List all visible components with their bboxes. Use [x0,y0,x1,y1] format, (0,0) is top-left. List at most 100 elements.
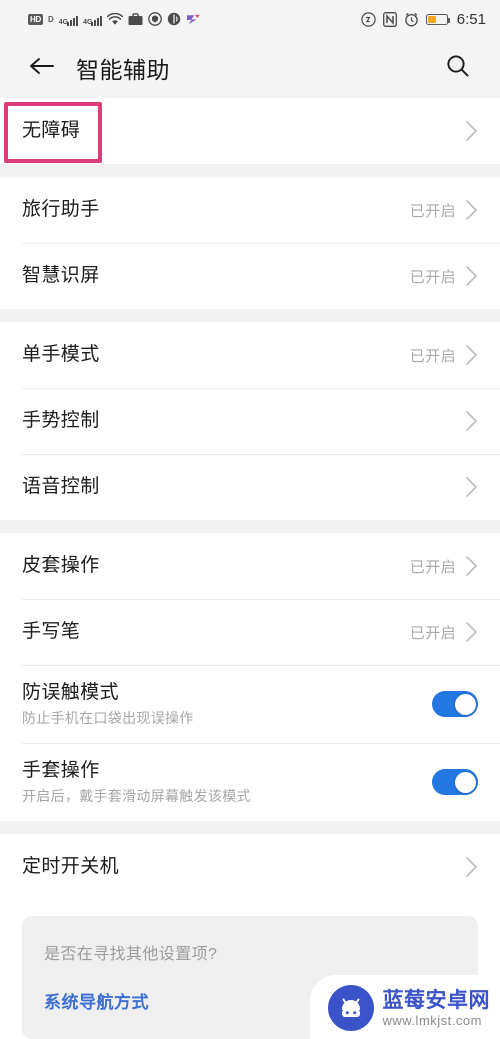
settings-row[interactable]: 手套操作开启后，戴手套滑动屏幕触发该模式 [0,743,500,821]
settings-section: 皮套操作 已开启 手写笔 已开启 防误触模式 防止手机在口袋出现误操作 手套操作 开启后，戴手… [0,533,500,821]
row-title: 皮套操作 [22,555,100,576]
volte-icon: D [47,14,54,24]
row-title: 无障碍 [22,120,81,141]
settings-row[interactable]: 无障碍 [0,98,500,164]
settings-section: 定时开关机 [0,834,500,900]
do-not-disturb-icon [361,11,376,27]
suggestion-question: 是否在寻找其他设置项? [44,946,218,963]
settings-row[interactable]: 手势控制 [0,388,500,454]
wifi-icon [107,12,124,26]
app-icon [186,13,201,26]
watermark-url: www.lmkjst.com [382,1012,482,1028]
settings-list[interactable]: 无障碍 旅行助手 已开启 智慧识屏 已开启 单手模式 已开启 手势控制 语音控制 皮套操作 已开启手… [0,98,500,900]
chevron-right-icon [465,199,478,221]
row-right: 已开启 [410,199,478,221]
row-divider [22,665,500,666]
settings-row[interactable]: 防误触模式防止手机在口袋出现误操作 [0,665,500,743]
row-right: 已开启 [410,555,478,577]
row-title: 手套操作 [22,760,100,781]
settings-row[interactable]: 旅行助手 已开启 [0,177,500,243]
row-texts: 防误触模式防止手机在口袋出现误操作 [22,681,194,727]
row-title: 智慧识屏 [22,265,100,286]
section-gap [0,164,500,177]
row-divider [22,454,500,455]
toggle-knob [454,771,476,793]
row-texts: 智慧识屏 [22,264,100,288]
row-subtitle: 防止手机在口袋出现误操作 [22,710,194,726]
hd-icon: HD [28,13,43,25]
sound-icon [167,12,181,26]
row-texts: 旅行助手 [22,198,100,222]
app-header: 智能辅助 [0,38,500,98]
row-title: 旅行助手 [22,199,100,220]
settings-row[interactable]: 智慧识屏 已开启 [0,243,500,309]
chevron-right-icon [465,344,478,366]
row-right [432,691,478,717]
settings-row[interactable]: 单手模式 已开启 [0,322,500,388]
chevron-right-icon [465,410,478,432]
chevron-right-icon [465,476,478,498]
section-gap [0,309,500,322]
status-bar-left-icons: HD D 4G 4G [28,12,201,26]
row-divider [22,388,500,389]
row-right [465,856,478,878]
section-gap [0,520,500,533]
alarm-icon [404,12,419,27]
row-right [465,476,478,498]
row-title: 语音控制 [22,476,100,497]
row-status-value: 已开启 [409,202,456,220]
watermark-texts: 蓝莓安卓网 www.lmkjst.com [383,989,491,1028]
row-subtitle: 开启后，戴手套滑动屏幕触发该模式 [22,788,251,804]
status-bar: HD D 4G 4G 6:51 [0,0,500,38]
row-title: 定时开关机 [22,856,120,877]
nfc-icon [382,11,397,27]
search-button[interactable] [438,48,478,88]
settings-section: 旅行助手 已开启 智慧识屏 已开启 [0,177,500,309]
row-status-value: 已开启 [409,558,456,576]
settings-row[interactable]: 语音控制 [0,454,500,520]
row-right [465,120,478,142]
search-icon [445,53,471,84]
settings-row[interactable]: 皮套操作 已开启 [0,533,500,599]
row-status-value: 已开启 [409,624,456,642]
row-right [432,769,478,795]
row-title: 手势控制 [22,410,100,431]
chevron-right-icon [465,621,478,643]
hd-label: HD [28,13,43,25]
status-bar-right-icons: 6:51 [361,11,486,28]
row-divider [22,599,500,600]
chevron-right-icon [465,555,478,577]
android-robot-icon [327,985,374,1031]
signal-4g-icon-2: 4G [83,13,103,26]
section-gap [0,821,500,834]
signal-bars-2 [91,13,103,26]
status-bar-clock: 6:51 [456,10,486,28]
row-texts: 皮套操作 [22,554,100,578]
page-title: 智能辅助 [76,57,170,83]
row-texts: 手势控制 [22,409,100,433]
row-toggle-switch[interactable] [432,769,478,795]
back-button[interactable] [22,48,62,88]
phone-screen: HD D 4G 4G 6:51 智能辅助 无障碍 旅行助手 已开启 智慧识屏 已… [0,0,500,1039]
row-right [465,410,478,432]
settings-section: 无障碍 [0,98,500,164]
row-texts: 无障碍 [22,119,80,143]
settings-section: 单手模式 已开启手势控制语音控制 [0,322,500,520]
chevron-right-icon [465,856,478,878]
back-arrow-icon [28,54,56,83]
row-title: 防误触模式 [22,682,120,703]
row-divider [22,243,500,244]
row-texts: 语音控制 [22,475,100,499]
row-texts: 单手模式 [22,343,100,367]
settings-row[interactable]: 定时开关机 [0,834,500,900]
chevron-right-icon [465,120,478,142]
briefcase-icon [128,12,143,26]
signal-4g-icon-1: 4G [59,13,79,26]
row-toggle-switch[interactable] [432,691,478,717]
row-divider [22,743,500,744]
shield-icon [148,12,163,26]
row-title: 手写笔 [22,621,81,642]
settings-row[interactable]: 手写笔 已开启 [0,599,500,665]
watermark: 蓝莓安卓网 www.lmkjst.com [309,975,500,1039]
row-right: 已开启 [410,265,478,287]
